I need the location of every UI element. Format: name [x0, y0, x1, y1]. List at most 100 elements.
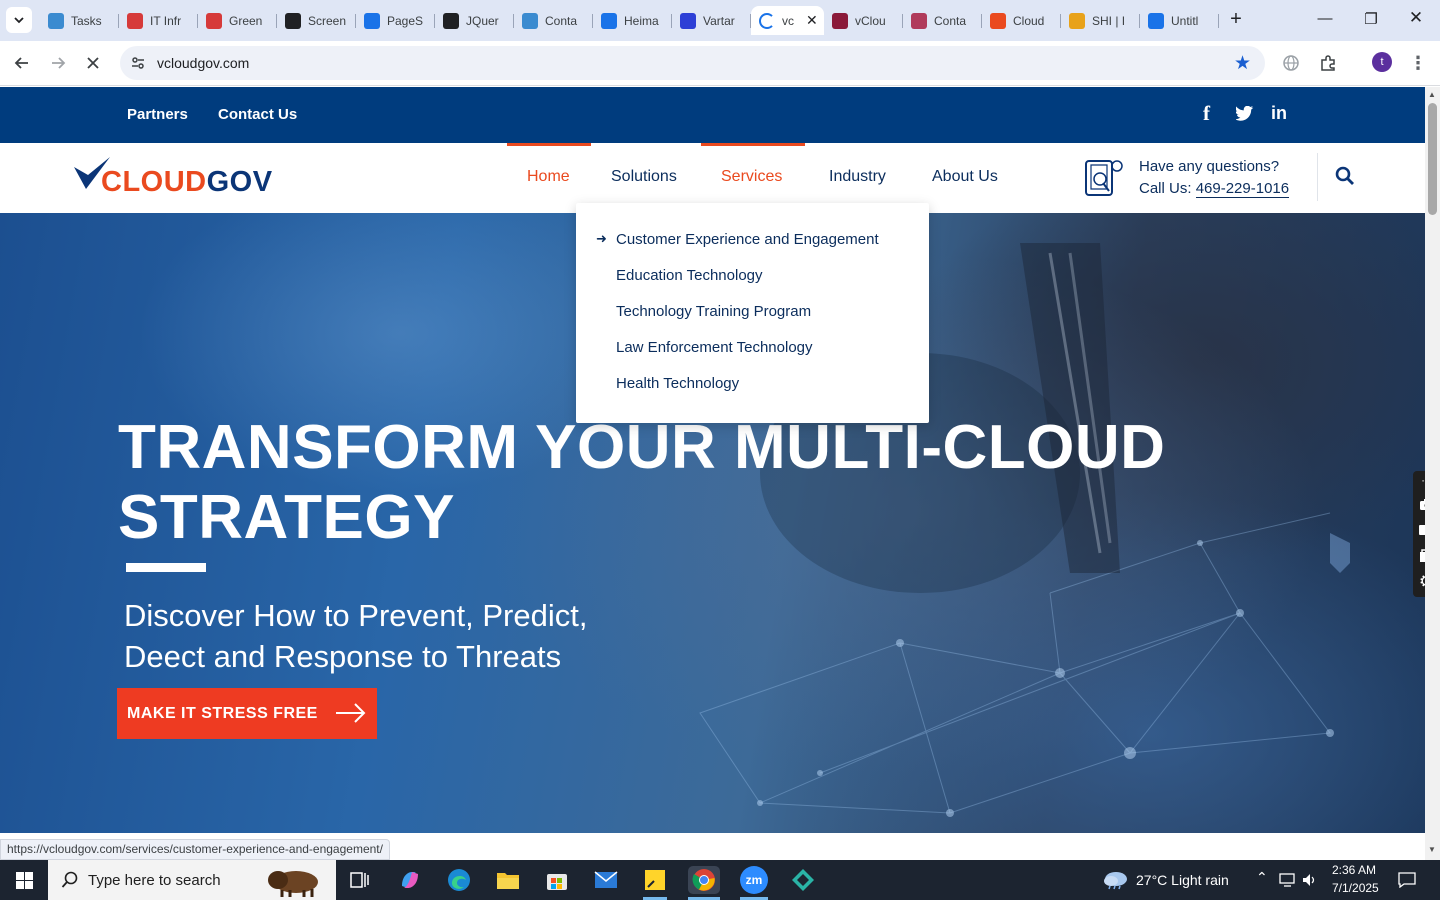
make-it-stress-free-button[interactable]: MAKE IT STRESS FREE [117, 688, 377, 739]
hero-subtitle-line-1: Discover How to Prevent, Predict, [124, 598, 588, 633]
favicon-icon [285, 12, 301, 29]
clock-date[interactable]: 7/1/2025 [1332, 881, 1379, 895]
browser-tab[interactable]: IT Infr [119, 6, 198, 35]
hero-subtitle: Discover How to Prevent, Predict, Deect … [124, 595, 724, 677]
web-page: Partners Contact Us f in CLOUDGOV Home S… [0, 87, 1425, 833]
puzzle-icon [1321, 55, 1335, 71]
close-icon [87, 57, 99, 69]
sticky-notes-icon[interactable] [641, 866, 669, 894]
linkedin-icon[interactable]: in [1271, 103, 1287, 124]
browser-tab[interactable]: Green [198, 6, 277, 35]
forward-button[interactable] [47, 52, 69, 74]
browser-tab[interactable]: Tasks [40, 6, 119, 35]
scroll-thumb[interactable] [1428, 103, 1437, 215]
site-settings-icon[interactable] [130, 55, 146, 71]
hero-divider [126, 563, 206, 572]
copilot-icon[interactable] [396, 866, 424, 894]
browser-tab[interactable]: vc ✕ [751, 6, 824, 35]
menu-item-technology-training[interactable]: Technology Training Program [616, 303, 811, 320]
chevron-down-icon [14, 17, 24, 24]
extensions-button[interactable] [1317, 52, 1339, 74]
network-icon[interactable] [1279, 873, 1297, 887]
call-us-line: Call Us: 469-229-1016 [1139, 180, 1290, 198]
edge-browser-icon[interactable] [445, 866, 473, 894]
menu-item-education-technology[interactable]: Education Technology [616, 267, 763, 284]
browser-tab[interactable]: Conta [903, 6, 982, 35]
profile-avatar[interactable]: t [1372, 52, 1392, 72]
scroll-down-icon[interactable]: ▼ [1428, 845, 1436, 854]
call-us-label: Call Us: [1139, 180, 1196, 197]
favicon-icon [601, 12, 617, 29]
tab-title: PageS [387, 13, 424, 28]
file-explorer-icon[interactable] [494, 866, 522, 894]
volume-icon[interactable] [1302, 873, 1318, 887]
mail-icon[interactable] [592, 866, 620, 894]
task-view-button[interactable] [346, 866, 374, 894]
search-icon[interactable] [1335, 166, 1355, 186]
weather-widget[interactable]: 27°C Light rain [1136, 872, 1229, 888]
partners-link[interactable]: Partners [127, 106, 188, 123]
nav-solutions[interactable]: Solutions [611, 168, 677, 186]
nav-industry[interactable]: Industry [829, 168, 886, 186]
search-placeholder: Type here to search [88, 872, 221, 889]
restore-button[interactable]: ❐ [1361, 10, 1381, 28]
browser-tab[interactable]: Vartar [672, 6, 751, 35]
browser-tab[interactable]: PageS [356, 6, 435, 35]
notifications-icon[interactable] [1398, 872, 1416, 888]
menu-item-health-technology[interactable]: Health Technology [616, 375, 739, 392]
bookmark-star-icon[interactable]: ★ [1234, 52, 1251, 75]
favicon-icon [832, 12, 848, 29]
browser-tab[interactable]: Screen [277, 6, 356, 35]
address-bar[interactable]: vcloudgov.com ★ [120, 46, 1265, 80]
windows-logo-icon [15, 871, 33, 889]
favicon-icon [443, 12, 459, 29]
nav-services[interactable]: Services [721, 168, 782, 186]
start-button[interactable] [0, 860, 48, 900]
new-tab-button[interactable]: + [1226, 9, 1246, 31]
close-window-button[interactable]: ✕ [1406, 8, 1426, 28]
browser-tab[interactable]: Heima [593, 6, 672, 35]
taskbar-search-box[interactable]: Type here to search [48, 860, 336, 900]
nav-home[interactable]: Home [527, 168, 570, 186]
tab-title: Conta [545, 13, 578, 28]
hero-subtitle-line-2: Deect and Response to Threats [124, 639, 562, 674]
logo-wordmark: CLOUDGOV [101, 166, 273, 199]
url-text[interactable]: vcloudgov.com [157, 55, 249, 71]
facebook-icon[interactable]: f [1203, 101, 1210, 126]
browser-tab[interactable]: Cloud [982, 6, 1061, 35]
nav-divider [1317, 153, 1318, 201]
microsoft-store-icon[interactable] [543, 866, 571, 894]
zoom-icon[interactable]: zm [740, 866, 768, 894]
minimize-button[interactable]: — [1315, 10, 1335, 27]
contact-us-link[interactable]: Contact Us [218, 106, 297, 123]
browser-tab[interactable]: Conta [514, 6, 593, 35]
twitter-icon[interactable] [1236, 106, 1254, 121]
cloudgov-logo[interactable]: CLOUDGOV [72, 155, 272, 199]
translate-button[interactable] [1280, 52, 1302, 74]
chevron-up-icon[interactable]: ⌃ [1256, 869, 1268, 886]
page-scrollbar[interactable]: ▲ ▼ [1425, 87, 1440, 860]
scroll-up-icon[interactable]: ▲ [1428, 90, 1436, 99]
app-diamond-icon[interactable] [789, 866, 817, 894]
tab-title: vClou [855, 13, 886, 28]
logo-part-cloud: CLOUD [101, 166, 207, 198]
browser-tab[interactable]: JQuer [435, 6, 514, 35]
menu-item-customer-experience[interactable]: Customer Experience and Engagement [616, 231, 879, 248]
link-status-bubble: https://vcloudgov.com/services/customer-… [0, 839, 390, 860]
nav-about-us[interactable]: About Us [932, 168, 998, 186]
clock-time[interactable]: 2:36 AM [1332, 863, 1376, 877]
stop-loading-button[interactable] [82, 52, 104, 74]
browser-tab[interactable]: Untitl [1140, 6, 1219, 35]
tab-title: Vartar [703, 13, 735, 28]
site-top-bar: Partners Contact Us f in [0, 87, 1425, 143]
close-tab-icon[interactable]: ✕ [806, 12, 818, 29]
chrome-icon[interactable] [688, 866, 720, 894]
browser-tab[interactable]: SHI | I [1061, 6, 1140, 35]
phone-link[interactable]: 469-229-1016 [1195, 180, 1290, 198]
browser-menu-button[interactable]: ⋮ [1407, 52, 1429, 74]
menu-item-law-enforcement[interactable]: Law Enforcement Technology [616, 339, 813, 356]
home-active-indicator [507, 143, 591, 146]
tab-search-button[interactable] [6, 7, 32, 33]
back-button[interactable] [11, 52, 33, 74]
browser-tab[interactable]: vClou [824, 6, 903, 35]
